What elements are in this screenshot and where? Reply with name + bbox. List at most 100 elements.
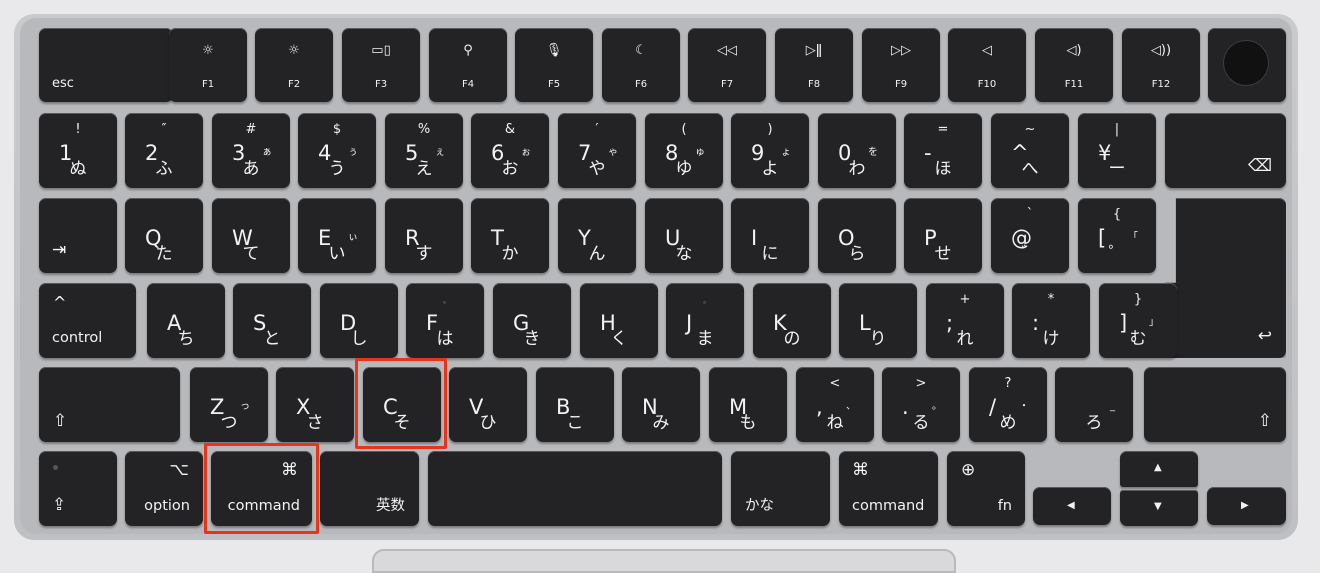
- kana-char: む: [1129, 329, 1147, 349]
- f10-key[interactable]: ◁ F10: [948, 28, 1026, 102]
- f12-key[interactable]: ◁)) F12: [1122, 28, 1200, 102]
- caps-lock-key[interactable]: ⇪: [39, 451, 117, 526]
- f5-key[interactable]: 🎙 F5: [515, 28, 593, 102]
- f9-key[interactable]: ▷▷ F9: [862, 28, 940, 102]
- arrow-right-key[interactable]: ▶: [1207, 487, 1286, 525]
- key-W[interactable]: W て: [212, 198, 290, 273]
- key-^[interactable]: ~ ^ へ: [991, 113, 1069, 188]
- key-,[interactable]: < , 、 ね: [796, 367, 874, 442]
- key--[interactable]: = - ほ: [904, 113, 982, 188]
- eisu-key[interactable]: 英数: [320, 451, 419, 526]
- small-kana: っ: [240, 401, 250, 412]
- f4-label: F4: [461, 79, 475, 90]
- key-@[interactable]: ` @ ゛: [991, 198, 1069, 273]
- command-icon: ⌘: [852, 460, 869, 480]
- command-right-key[interactable]: ⌘ command: [839, 451, 938, 526]
- key-I[interactable]: I に: [731, 198, 809, 273]
- arrow-down-icon: ▼: [1154, 501, 1162, 512]
- option-key[interactable]: ⌥ option: [125, 451, 203, 526]
- key-M[interactable]: M も: [709, 367, 787, 442]
- key-H[interactable]: H く: [580, 283, 658, 358]
- key-][interactable]: } ] 」 む: [1099, 283, 1177, 358]
- key-3[interactable]: # 3 ぁ あ: [212, 113, 290, 188]
- key-J[interactable]: J ま: [666, 283, 744, 358]
- f6-label: F6: [634, 79, 648, 90]
- f2-key[interactable]: ☼ F2: [255, 28, 333, 102]
- f8-key[interactable]: ▷ǁ F8: [775, 28, 853, 102]
- key-Y[interactable]: Y ん: [558, 198, 636, 273]
- key-F[interactable]: F は: [406, 283, 484, 358]
- f6-key[interactable]: ☾ F6: [602, 28, 680, 102]
- key-U[interactable]: U な: [645, 198, 723, 273]
- key-4[interactable]: $ 4 ぅ う: [298, 113, 376, 188]
- key-A[interactable]: A ち: [147, 283, 225, 358]
- key-;[interactable]: + ; れ: [926, 283, 1004, 358]
- shift-symbol: %: [417, 122, 431, 137]
- shift-left-key[interactable]: ⇧: [39, 367, 180, 442]
- shift-symbol: >: [915, 376, 927, 391]
- touch-id-key[interactable]: [1208, 28, 1286, 102]
- key-0[interactable]: 0 を わ: [818, 113, 896, 188]
- key-5[interactable]: % 5 ぇ え: [385, 113, 463, 188]
- arrow-down-key[interactable]: ▼: [1120, 490, 1198, 526]
- shift-symbol: $: [332, 122, 342, 137]
- f1-key[interactable]: ☼ F1: [169, 28, 247, 102]
- f7-key[interactable]: ◁◁ F7: [688, 28, 766, 102]
- key-D[interactable]: D し: [320, 283, 398, 358]
- key-[[interactable]: { [ 「 ゜: [1078, 198, 1156, 273]
- key-1[interactable]: ! 1 ぬ: [39, 113, 117, 188]
- key-E[interactable]: E ぃ い: [298, 198, 376, 273]
- kana-key[interactable]: かな: [731, 451, 830, 526]
- key-7[interactable]: ′ 7 ゃ や: [558, 113, 636, 188]
- tab-key[interactable]: ⇥: [39, 198, 117, 273]
- arrow-up-key[interactable]: ▲: [1120, 451, 1198, 487]
- key-B[interactable]: B こ: [536, 367, 614, 442]
- f3-key[interactable]: ▭▯ F3: [342, 28, 420, 102]
- f4-key[interactable]: ⚲ F4: [429, 28, 507, 102]
- f8-label: F8: [807, 79, 821, 90]
- space-bar[interactable]: [428, 451, 722, 526]
- key-:[interactable]: * : け: [1012, 283, 1090, 358]
- arrow-left-key[interactable]: ◀: [1033, 487, 1111, 525]
- microphone-icon: 🎙: [545, 43, 563, 58]
- return-key[interactable]: ↩: [1165, 198, 1286, 358]
- key-Q[interactable]: Q た: [125, 198, 203, 273]
- shift-symbol: &: [504, 122, 516, 137]
- small-kana: ょ: [781, 147, 791, 158]
- key-V[interactable]: V ひ: [449, 367, 527, 442]
- key-T[interactable]: T か: [471, 198, 549, 273]
- esc-key[interactable]: esc: [39, 28, 173, 102]
- key-P[interactable]: P せ: [904, 198, 982, 273]
- small-kana: ぇ: [435, 147, 445, 158]
- key-8[interactable]: ( 8 ゅ ゆ: [645, 113, 723, 188]
- key-2[interactable]: ″ 2 ふ: [125, 113, 203, 188]
- delete-key[interactable]: ⌫: [1165, 113, 1286, 188]
- shift-icon: ⇧: [1257, 411, 1272, 431]
- kana-char: し: [350, 329, 368, 349]
- key-6[interactable]: & 6 ぉ お: [471, 113, 549, 188]
- key-L[interactable]: L り: [839, 283, 917, 358]
- key-G[interactable]: G き: [493, 283, 571, 358]
- key-K[interactable]: K の: [753, 283, 831, 358]
- key-O[interactable]: O ら: [818, 198, 896, 273]
- kana-char: え: [415, 159, 433, 179]
- rewind-icon: ◁◁: [717, 43, 737, 58]
- f2-label: F2: [287, 79, 301, 90]
- kana-char: れ: [956, 329, 974, 349]
- key-/[interactable]: ? / ・ め: [969, 367, 1047, 442]
- key-.[interactable]: > . 。 る: [882, 367, 960, 442]
- key-Z[interactable]: Z っ つ: [190, 367, 268, 442]
- control-key[interactable]: ^ control: [39, 283, 136, 358]
- kana-char: つ: [220, 413, 238, 433]
- key-ro[interactable]: _ ろ: [1055, 367, 1133, 442]
- key-X[interactable]: X さ: [276, 367, 354, 442]
- key-S[interactable]: S と: [233, 283, 311, 358]
- key-R[interactable]: R す: [385, 198, 463, 273]
- f11-key[interactable]: ◁) F11: [1035, 28, 1113, 102]
- mute-icon: ◁: [982, 43, 992, 58]
- key-N[interactable]: N み: [622, 367, 700, 442]
- fn-key[interactable]: ⊕ fn: [947, 451, 1025, 526]
- key-9[interactable]: ) 9 ょ よ: [731, 113, 809, 188]
- key-¥[interactable]: | ¥ ー: [1078, 113, 1156, 188]
- shift-right-key[interactable]: ⇧: [1144, 367, 1286, 442]
